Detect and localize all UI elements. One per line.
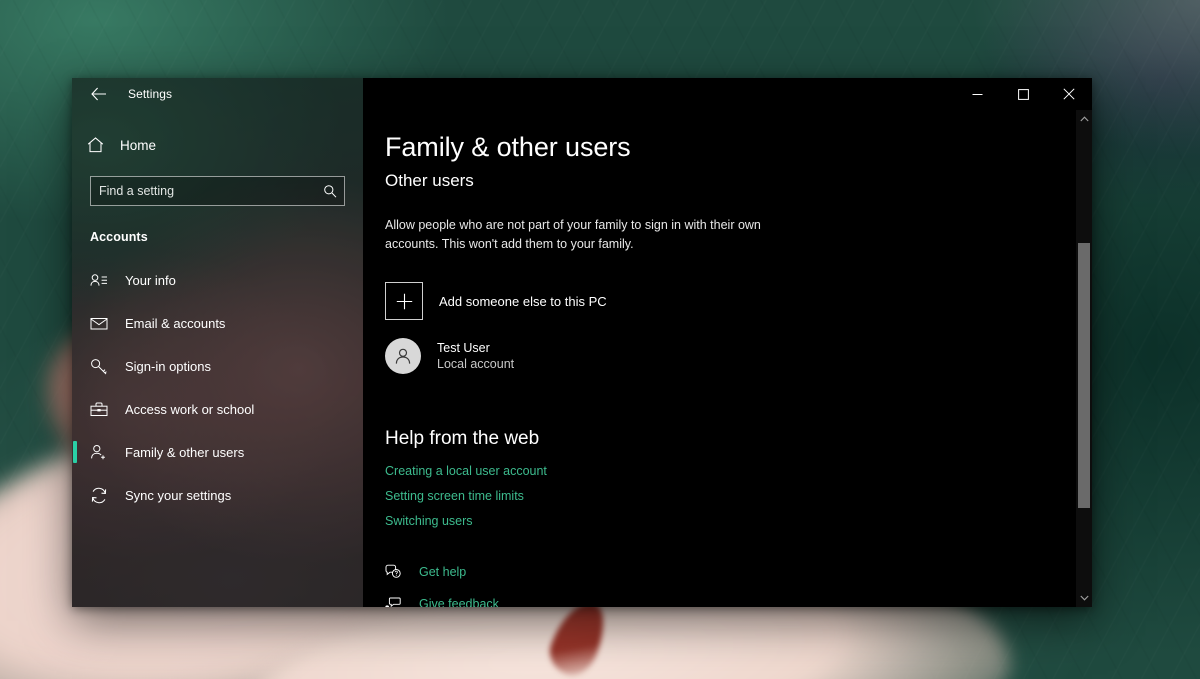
sidebar-item-label: Sync your settings — [125, 488, 231, 503]
content-pane: Family & other users Other users Allow p… — [363, 78, 1092, 607]
settings-window: Settings Home — [72, 78, 1092, 607]
user-meta: Test User Local account — [437, 341, 514, 371]
footer-links-list: Get help Give feedback — [385, 564, 1092, 607]
sidebar-item-label: Sign-in options — [125, 359, 211, 374]
key-icon — [90, 358, 108, 375]
sidebar-nav-list: Your info Email & accounts — [72, 266, 363, 509]
minimize-button[interactable] — [954, 78, 1000, 110]
sidebar-item-signin-options[interactable]: Sign-in options — [72, 352, 363, 380]
home-icon — [86, 137, 104, 153]
content-scrollbar[interactable] — [1076, 110, 1092, 607]
sidebar-item-label: Email & accounts — [125, 316, 225, 331]
search-input[interactable] — [91, 184, 344, 198]
window-titlebar-right — [363, 78, 1092, 110]
scrollbar-down-button[interactable] — [1076, 589, 1092, 607]
close-icon — [1063, 88, 1075, 100]
user-avatar-icon — [385, 338, 421, 374]
give-feedback-link[interactable]: Give feedback — [385, 597, 499, 607]
sidebar-item-label: Family & other users — [125, 445, 244, 460]
back-button[interactable] — [82, 79, 116, 109]
footer-link-label: Get help — [419, 565, 466, 579]
scrollbar-thumb[interactable] — [1078, 243, 1090, 508]
sidebar-item-sync-settings[interactable]: Sync your settings — [72, 481, 363, 509]
search-container — [72, 160, 363, 206]
close-button[interactable] — [1046, 78, 1092, 110]
help-link[interactable]: Setting screen time limits — [385, 489, 524, 503]
user-name: Test User — [437, 341, 514, 355]
sidebar-item-home[interactable]: Home — [72, 130, 363, 160]
sidebar-item-access-work-school[interactable]: Access work or school — [72, 395, 363, 423]
sidebar-item-email-accounts[interactable]: Email & accounts — [72, 309, 363, 337]
window-title: Settings — [128, 87, 172, 101]
chevron-up-icon — [1080, 116, 1089, 122]
help-heading: Help from the web — [385, 428, 1092, 450]
sidebar-section-title: Accounts — [72, 206, 363, 244]
navigation-pane: Settings Home — [72, 78, 363, 607]
sidebar-item-label: Access work or school — [125, 402, 254, 417]
add-user-label: Add someone else to this PC — [439, 294, 607, 309]
window-titlebar-left: Settings — [72, 78, 363, 110]
help-link[interactable]: Switching users — [385, 514, 473, 528]
scrollbar-track[interactable] — [1076, 128, 1092, 589]
minimize-icon — [972, 89, 983, 100]
feedback-icon — [385, 597, 401, 607]
envelope-icon — [90, 317, 108, 330]
briefcase-icon — [90, 402, 108, 417]
search-icon[interactable] — [323, 184, 337, 198]
add-user-button[interactable]: Add someone else to this PC — [385, 282, 1092, 320]
help-links-list: Creating a local user account Setting sc… — [385, 464, 1092, 528]
window-body: Settings Home — [72, 78, 1092, 607]
description-text: Allow people who are not part of your fa… — [385, 216, 785, 254]
sub-heading: Other users — [385, 171, 1092, 191]
user-account-type: Local account — [437, 357, 514, 371]
help-link[interactable]: Creating a local user account — [385, 464, 547, 478]
back-arrow-icon — [91, 87, 107, 101]
sidebar-home-label: Home — [120, 138, 156, 153]
maximize-icon — [1018, 89, 1029, 100]
person-card-icon — [90, 273, 108, 287]
sync-refresh-icon — [90, 487, 108, 504]
chevron-down-icon — [1080, 595, 1089, 601]
get-help-link[interactable]: Get help — [385, 564, 466, 579]
sidebar-item-label: Your info — [125, 273, 176, 288]
scrollbar-up-button[interactable] — [1076, 110, 1092, 128]
sidebar-item-family-other-users[interactable]: Family & other users — [72, 438, 363, 466]
content-scroll-area: Family & other users Other users Allow p… — [363, 110, 1092, 607]
maximize-button[interactable] — [1000, 78, 1046, 110]
person-add-icon — [90, 444, 108, 460]
sidebar-item-your-info[interactable]: Your info — [72, 266, 363, 294]
help-chat-icon — [385, 564, 401, 579]
footer-link-label: Give feedback — [419, 597, 499, 607]
page-title: Family & other users — [385, 132, 1092, 163]
search-box[interactable] — [90, 176, 345, 206]
user-account-row[interactable]: Test User Local account — [385, 338, 1092, 374]
plus-icon — [385, 282, 423, 320]
